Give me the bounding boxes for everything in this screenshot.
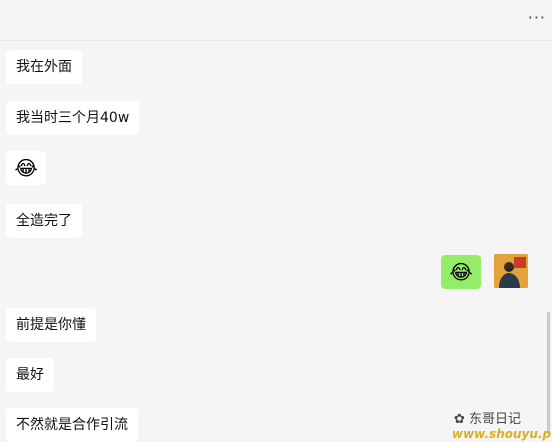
chat-header: ···: [0, 0, 552, 41]
avatar[interactable]: [494, 254, 528, 288]
message-bubble-emoji[interactable]: 😂: [6, 151, 46, 185]
watermark-name-text: 东哥日记: [469, 412, 522, 427]
message-bubble[interactable]: 不然就是合作引流: [6, 408, 138, 442]
message-bubble[interactable]: 我当时三个月40w: [6, 101, 140, 135]
scrollbar[interactable]: [547, 312, 550, 434]
avatar-image: [494, 254, 528, 288]
laugh-cry-emoji-icon: 😂: [449, 260, 473, 284]
wechat-icon: ✿: [454, 412, 465, 427]
message-bubble[interactable]: 前提是你懂: [6, 308, 96, 342]
more-options-icon[interactable]: ···: [528, 8, 546, 27]
message-bubble[interactable]: 全造完了: [6, 204, 82, 238]
laugh-cry-emoji-icon: 😂: [14, 156, 38, 180]
my-message-bubble-emoji[interactable]: 😂: [441, 255, 481, 289]
message-bubble[interactable]: 最好: [6, 358, 54, 392]
watermark-url: www.shouyu.pw: [452, 427, 552, 441]
watermark-name: ✿ 东哥日记: [454, 408, 521, 427]
message-bubble[interactable]: 我在外面: [6, 50, 82, 84]
